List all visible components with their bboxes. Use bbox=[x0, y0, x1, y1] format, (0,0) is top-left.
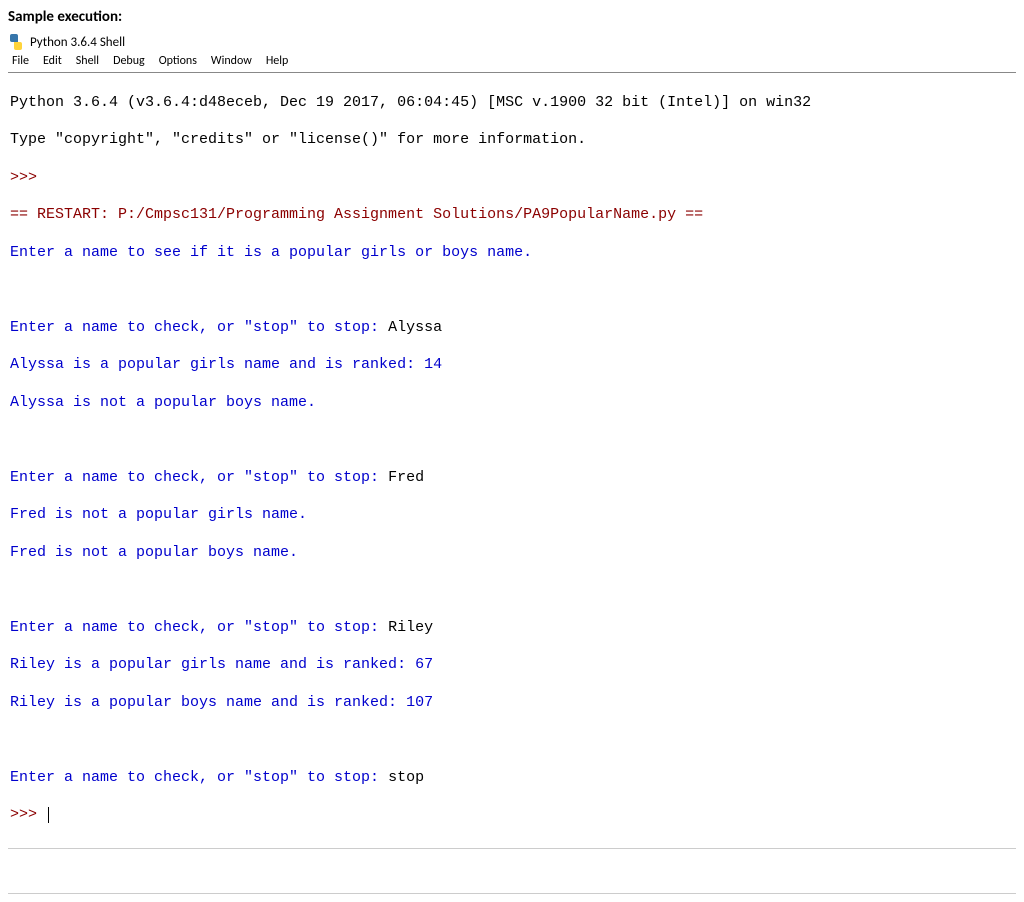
output-line: Enter a name to see if it is a popular g… bbox=[10, 244, 1014, 263]
user-input: Riley bbox=[388, 619, 433, 636]
restart-line: == RESTART: P:/Cmpsc131/Programming Assi… bbox=[10, 206, 1014, 225]
output-line: Enter a name to check, or "stop" to stop… bbox=[10, 619, 1014, 638]
prompt-line: >>> bbox=[10, 806, 1014, 825]
menu-options[interactable]: Options bbox=[159, 54, 197, 68]
output-line: Enter a name to check, or "stop" to stop… bbox=[10, 319, 1014, 338]
divider bbox=[8, 893, 1016, 894]
output-line: Riley is a popular boys name and is rank… bbox=[10, 694, 1014, 713]
window-title-bar: Python 3.6.4 Shell bbox=[8, 34, 1016, 50]
menu-edit[interactable]: Edit bbox=[43, 54, 62, 68]
banner-line: Python 3.6.4 (v3.6.4:d48eceb, Dec 19 201… bbox=[10, 94, 1014, 113]
cursor-icon bbox=[48, 807, 49, 823]
menu-window[interactable]: Window bbox=[211, 54, 252, 68]
python-icon bbox=[8, 34, 24, 50]
output-line: Fred is not a popular boys name. bbox=[10, 544, 1014, 563]
output-line bbox=[10, 731, 1014, 750]
user-input: Fred bbox=[388, 469, 424, 486]
output-line: Riley is a popular girls name and is ran… bbox=[10, 656, 1014, 675]
menu-shell[interactable]: Shell bbox=[76, 54, 99, 68]
page-title: Sample execution: bbox=[8, 8, 1016, 26]
output-line: Alyssa is not a popular boys name. bbox=[10, 394, 1014, 413]
output-line bbox=[10, 281, 1014, 300]
window-title: Python 3.6.4 Shell bbox=[30, 35, 125, 50]
menu-bar: File Edit Shell Debug Options Window Hel… bbox=[8, 52, 1016, 70]
output-line: Enter a name to check, or "stop" to stop… bbox=[10, 769, 1014, 788]
output-line: Enter a name to check, or "stop" to stop… bbox=[10, 469, 1014, 488]
output-line bbox=[10, 431, 1014, 450]
output-line bbox=[10, 581, 1014, 600]
prompt: >>> bbox=[10, 169, 1014, 188]
banner-line: Type "copyright", "credits" or "license(… bbox=[10, 131, 1014, 150]
menu-help[interactable]: Help bbox=[266, 54, 289, 68]
menu-debug[interactable]: Debug bbox=[113, 54, 145, 68]
console-output[interactable]: Python 3.6.4 (v3.6.4:d48eceb, Dec 19 201… bbox=[8, 72, 1016, 849]
user-input: stop bbox=[388, 769, 424, 786]
user-input: Alyssa bbox=[388, 319, 442, 336]
output-line: Alyssa is a popular girls name and is ra… bbox=[10, 356, 1014, 375]
menu-file[interactable]: File bbox=[12, 54, 29, 68]
output-line: Fred is not a popular girls name. bbox=[10, 506, 1014, 525]
